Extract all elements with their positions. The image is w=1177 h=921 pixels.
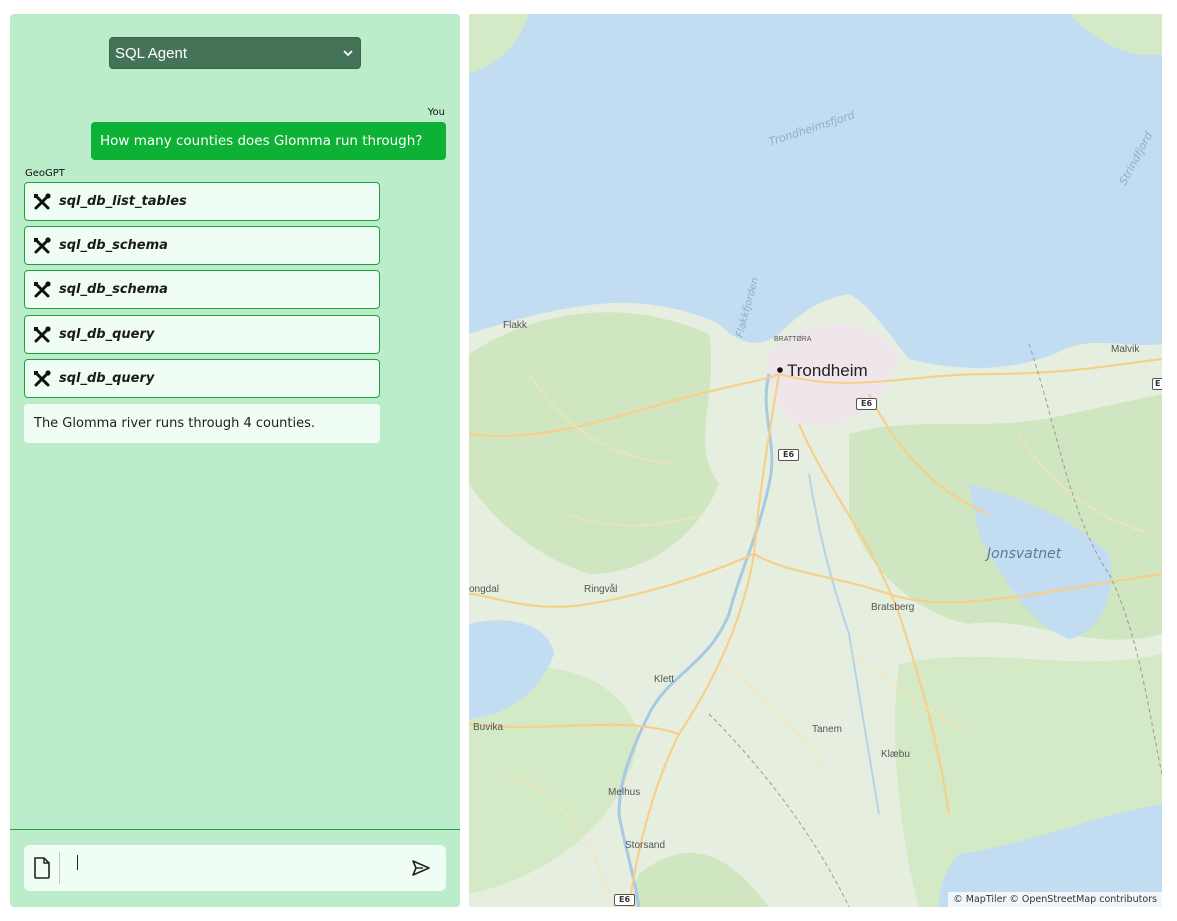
tool-call-item[interactable]: sql_db_schema [24, 270, 380, 309]
tool-call-item[interactable]: sql_db_query [24, 315, 380, 354]
tools-icon [33, 369, 51, 388]
route-shield: E6 [614, 894, 636, 906]
app-root: SQL Agent You How many counties does Glo… [0, 0, 1177, 921]
message-input[interactable] [69, 853, 399, 883]
bot-message-bubble: The Glomma river runs through 4 counties… [24, 404, 380, 443]
map-place-label: BRATTØRA [774, 336, 812, 343]
map-place-label: Malvik [1111, 344, 1140, 355]
map-place-label: Bratsberg [871, 602, 915, 613]
user-message-bubble: How many counties does Glomma run throug… [91, 122, 446, 160]
map-panel[interactable]: Trondheimsfjord Strindfjord Flakkfjorden… [469, 14, 1162, 907]
map-attribution[interactable]: © MapTiler © OpenStreetMap contributors [948, 892, 1162, 907]
composer [24, 845, 446, 891]
tool-call-item[interactable]: sql_db_query [24, 359, 380, 398]
agent-select-value: SQL Agent [115, 44, 187, 62]
chat-panel: SQL Agent You How many counties does Glo… [10, 14, 460, 907]
user-sender-label: You [427, 107, 445, 118]
composer-divider [10, 829, 460, 830]
route-shield: E6 [778, 449, 800, 461]
tools-icon [33, 236, 51, 255]
route-shield: E6 [856, 398, 878, 410]
tool-call-name: sql_db_schema [59, 238, 168, 253]
map-place-label: Klæbu [881, 749, 910, 760]
chevron-down-icon [343, 50, 353, 57]
map-city-label: Trondheim [787, 361, 868, 380]
tool-call-name: sql_db_schema [59, 282, 168, 297]
agent-select[interactable]: SQL Agent [109, 37, 361, 69]
tool-call-name: sql_db_list_tables [59, 194, 187, 209]
map-place-label: ongdal [469, 584, 500, 595]
text-caret [77, 855, 78, 870]
route-shield: E [1152, 378, 1162, 390]
tools-icon [33, 192, 51, 211]
map-canvas[interactable] [469, 14, 1162, 907]
tools-icon [33, 325, 51, 344]
map-place-label: Melhus [608, 787, 641, 798]
map-place-label: Flakk [503, 320, 527, 331]
send-icon[interactable] [411, 859, 431, 877]
map-place-label: Ringvål [584, 584, 618, 595]
composer-separator [59, 852, 60, 884]
map-place-label: Storsand [625, 840, 666, 851]
tools-icon [33, 280, 51, 299]
map-place-label: Buvika [473, 722, 504, 733]
tool-call-item[interactable]: sql_db_schema [24, 226, 380, 265]
tool-call-name: sql_db_query [59, 327, 155, 342]
bot-sender-label: GeoGPT [25, 168, 65, 179]
map-place-label: Klett [654, 674, 675, 685]
map-place-label: Tanem [812, 724, 843, 735]
tool-call-name: sql_db_query [59, 371, 155, 386]
file-icon[interactable] [33, 857, 51, 879]
water-label-jonsvatnet: Jonsvatnet [987, 546, 1062, 562]
tool-call-item[interactable]: sql_db_list_tables [24, 182, 380, 221]
